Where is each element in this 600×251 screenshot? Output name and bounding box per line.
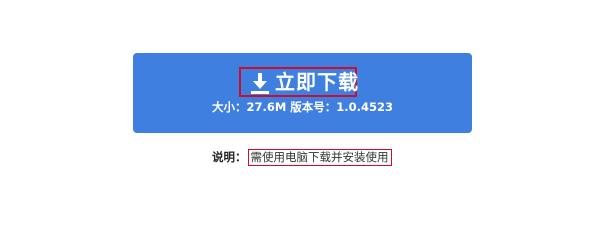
note-row: 说明： 需使用电脑下载并安装使用: [212, 148, 392, 166]
version-label: 版本号：: [290, 100, 337, 114]
download-title-highlight[interactable]: 立即下载: [239, 67, 359, 97]
download-button[interactable]: 立即下载 大小：27.6M 版本号：1.0.4523: [133, 53, 472, 133]
note-text-highlight: 需使用电脑下载并安装使用: [247, 149, 392, 166]
note-colon: ：: [235, 150, 247, 164]
version-value: 1.0.4523: [336, 100, 394, 114]
download-meta: 大小：27.6M 版本号：1.0.4523: [133, 99, 472, 115]
note-label: 说明: [212, 150, 235, 164]
size-label: 大小：: [211, 100, 247, 114]
download-button-label[interactable]: 立即下载: [275, 69, 359, 95]
size-value: 27.6M: [246, 100, 287, 114]
download-icon: [251, 73, 269, 94]
